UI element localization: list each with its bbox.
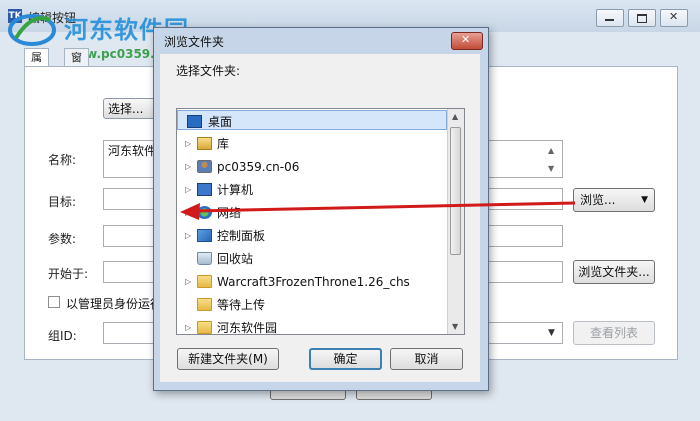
tree-item-label: 桌面 — [208, 115, 233, 129]
tree-item-network[interactable]: ▷ 网络 — [177, 202, 447, 224]
tree-item-desktop[interactable]: 桌面 — [177, 110, 447, 130]
tree-item-label: 计算机 — [217, 183, 254, 197]
run-as-admin-label: 以管理员身份运行 — [66, 297, 163, 311]
tree-item-pending-upload[interactable]: 等待上传 — [177, 294, 447, 316]
expand-icon[interactable]: ▷ — [185, 179, 191, 201]
run-as-admin-checkbox[interactable] — [48, 296, 60, 308]
expand-icon[interactable]: ▷ — [185, 133, 191, 155]
folder-icon — [197, 275, 212, 288]
dialog-close-button[interactable] — [451, 32, 483, 50]
args-label: 参数: — [48, 232, 77, 246]
tree-item-hedong[interactable]: ▷ 河东软件园 — [177, 317, 447, 335]
expand-icon[interactable]: ▷ — [185, 317, 191, 334]
start-in-label: 开始于: — [48, 267, 89, 281]
folder-icon — [197, 321, 212, 334]
browse-button-label: 浏览... — [580, 193, 616, 207]
dropdown-arrow-icon: ▼ — [548, 328, 555, 338]
target-label: 目标: — [48, 195, 77, 209]
control-panel-icon — [197, 229, 212, 242]
new-folder-button[interactable]: 新建文件夹(M) — [177, 348, 279, 370]
tab-window[interactable]: 窗口 — [64, 48, 89, 82]
folder-icon — [197, 298, 212, 311]
expand-icon[interactable]: ▷ — [185, 225, 191, 247]
close-button[interactable] — [660, 9, 688, 27]
group-id-label: 组ID: — [48, 329, 77, 343]
cancel-button[interactable]: 取消 — [390, 348, 463, 370]
dialog-prompt: 选择文件夹: — [176, 64, 241, 78]
tree-item-warcraft[interactable]: ▷ Warcraft3FrozenThrone1.26_chs — [177, 271, 447, 293]
watermark-logo-icon — [8, 14, 56, 46]
chevron-down-icon: ▼ — [641, 195, 648, 205]
tree-item-library[interactable]: ▷ 库 — [177, 133, 447, 155]
tree-item-label: 河东软件园 — [217, 321, 278, 335]
tree-item-label: Warcraft3FrozenThrone1.26_chs — [217, 275, 410, 289]
expand-icon[interactable]: ▷ — [185, 156, 191, 178]
tree-item-recycle-bin[interactable]: 回收站 — [177, 248, 447, 270]
tree-scrollbar[interactable]: ▲ ▼ — [447, 109, 464, 334]
expand-icon[interactable]: ▷ — [185, 271, 191, 293]
name-scroll-up-icon[interactable]: ▲ — [548, 146, 554, 155]
scroll-down-icon[interactable]: ▼ — [452, 322, 458, 331]
folder-tree[interactable]: 桌面 ▷ 库 ▷ pc0359.cn-06 ▷ 计算机 ▷ 网络 ▷ 控制面板 … — [176, 108, 465, 335]
tree-item-label: pc0359.cn-06 — [217, 160, 300, 174]
tree-item-label: 控制面板 — [217, 229, 266, 243]
dialog-title: 浏览文件夹 — [164, 35, 225, 49]
browse-button[interactable]: 浏览... ▼ — [573, 188, 655, 212]
tree-item-label: 网络 — [217, 206, 242, 220]
tab-properties[interactable]: 属性 — [24, 48, 49, 82]
user-folder-icon — [197, 160, 212, 173]
computer-icon — [197, 183, 212, 196]
name-scroll-down-icon[interactable]: ▼ — [548, 164, 554, 173]
view-list-button: 查看列表 — [573, 321, 655, 345]
tree-item-label: 等待上传 — [217, 298, 266, 312]
desktop-icon — [187, 115, 202, 128]
tree-item-computer[interactable]: ▷ 计算机 — [177, 179, 447, 201]
tree-item-user[interactable]: ▷ pc0359.cn-06 — [177, 156, 447, 178]
expand-icon[interactable]: ▷ — [185, 202, 191, 224]
library-icon — [197, 137, 212, 150]
name-label: 名称: — [48, 153, 77, 167]
scrollbar-thumb[interactable] — [450, 127, 461, 255]
network-icon — [197, 206, 212, 219]
minimize-button[interactable] — [596, 9, 624, 27]
tree-item-label: 库 — [217, 137, 230, 151]
scroll-up-icon[interactable]: ▲ — [452, 112, 458, 121]
maximize-button[interactable] — [628, 9, 656, 27]
browse-folder-button[interactable]: 浏览文件夹... — [573, 260, 655, 284]
ok-button[interactable]: 确定 — [309, 348, 382, 370]
tree-item-control-panel[interactable]: ▷ 控制面板 — [177, 225, 447, 247]
recycle-bin-icon — [197, 252, 212, 265]
tree-item-label: 回收站 — [217, 252, 254, 266]
